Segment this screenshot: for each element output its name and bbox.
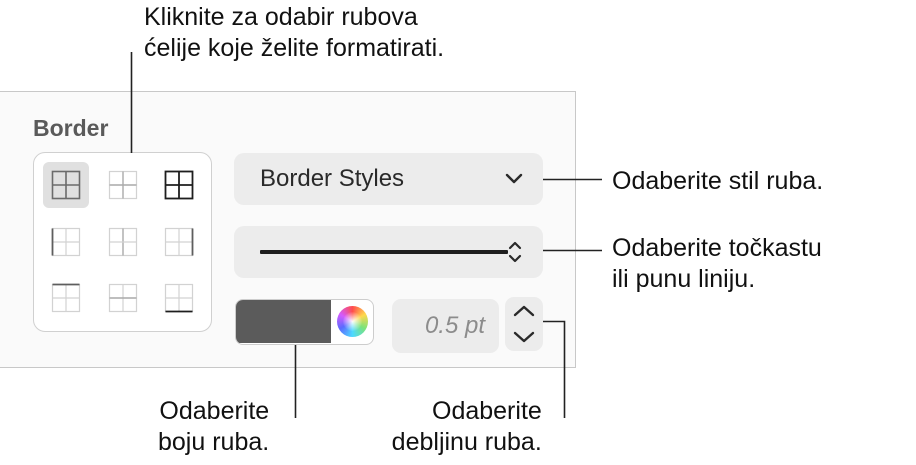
leader-line-width xyxy=(543,320,566,418)
callout-leader-lines xyxy=(130,52,602,418)
